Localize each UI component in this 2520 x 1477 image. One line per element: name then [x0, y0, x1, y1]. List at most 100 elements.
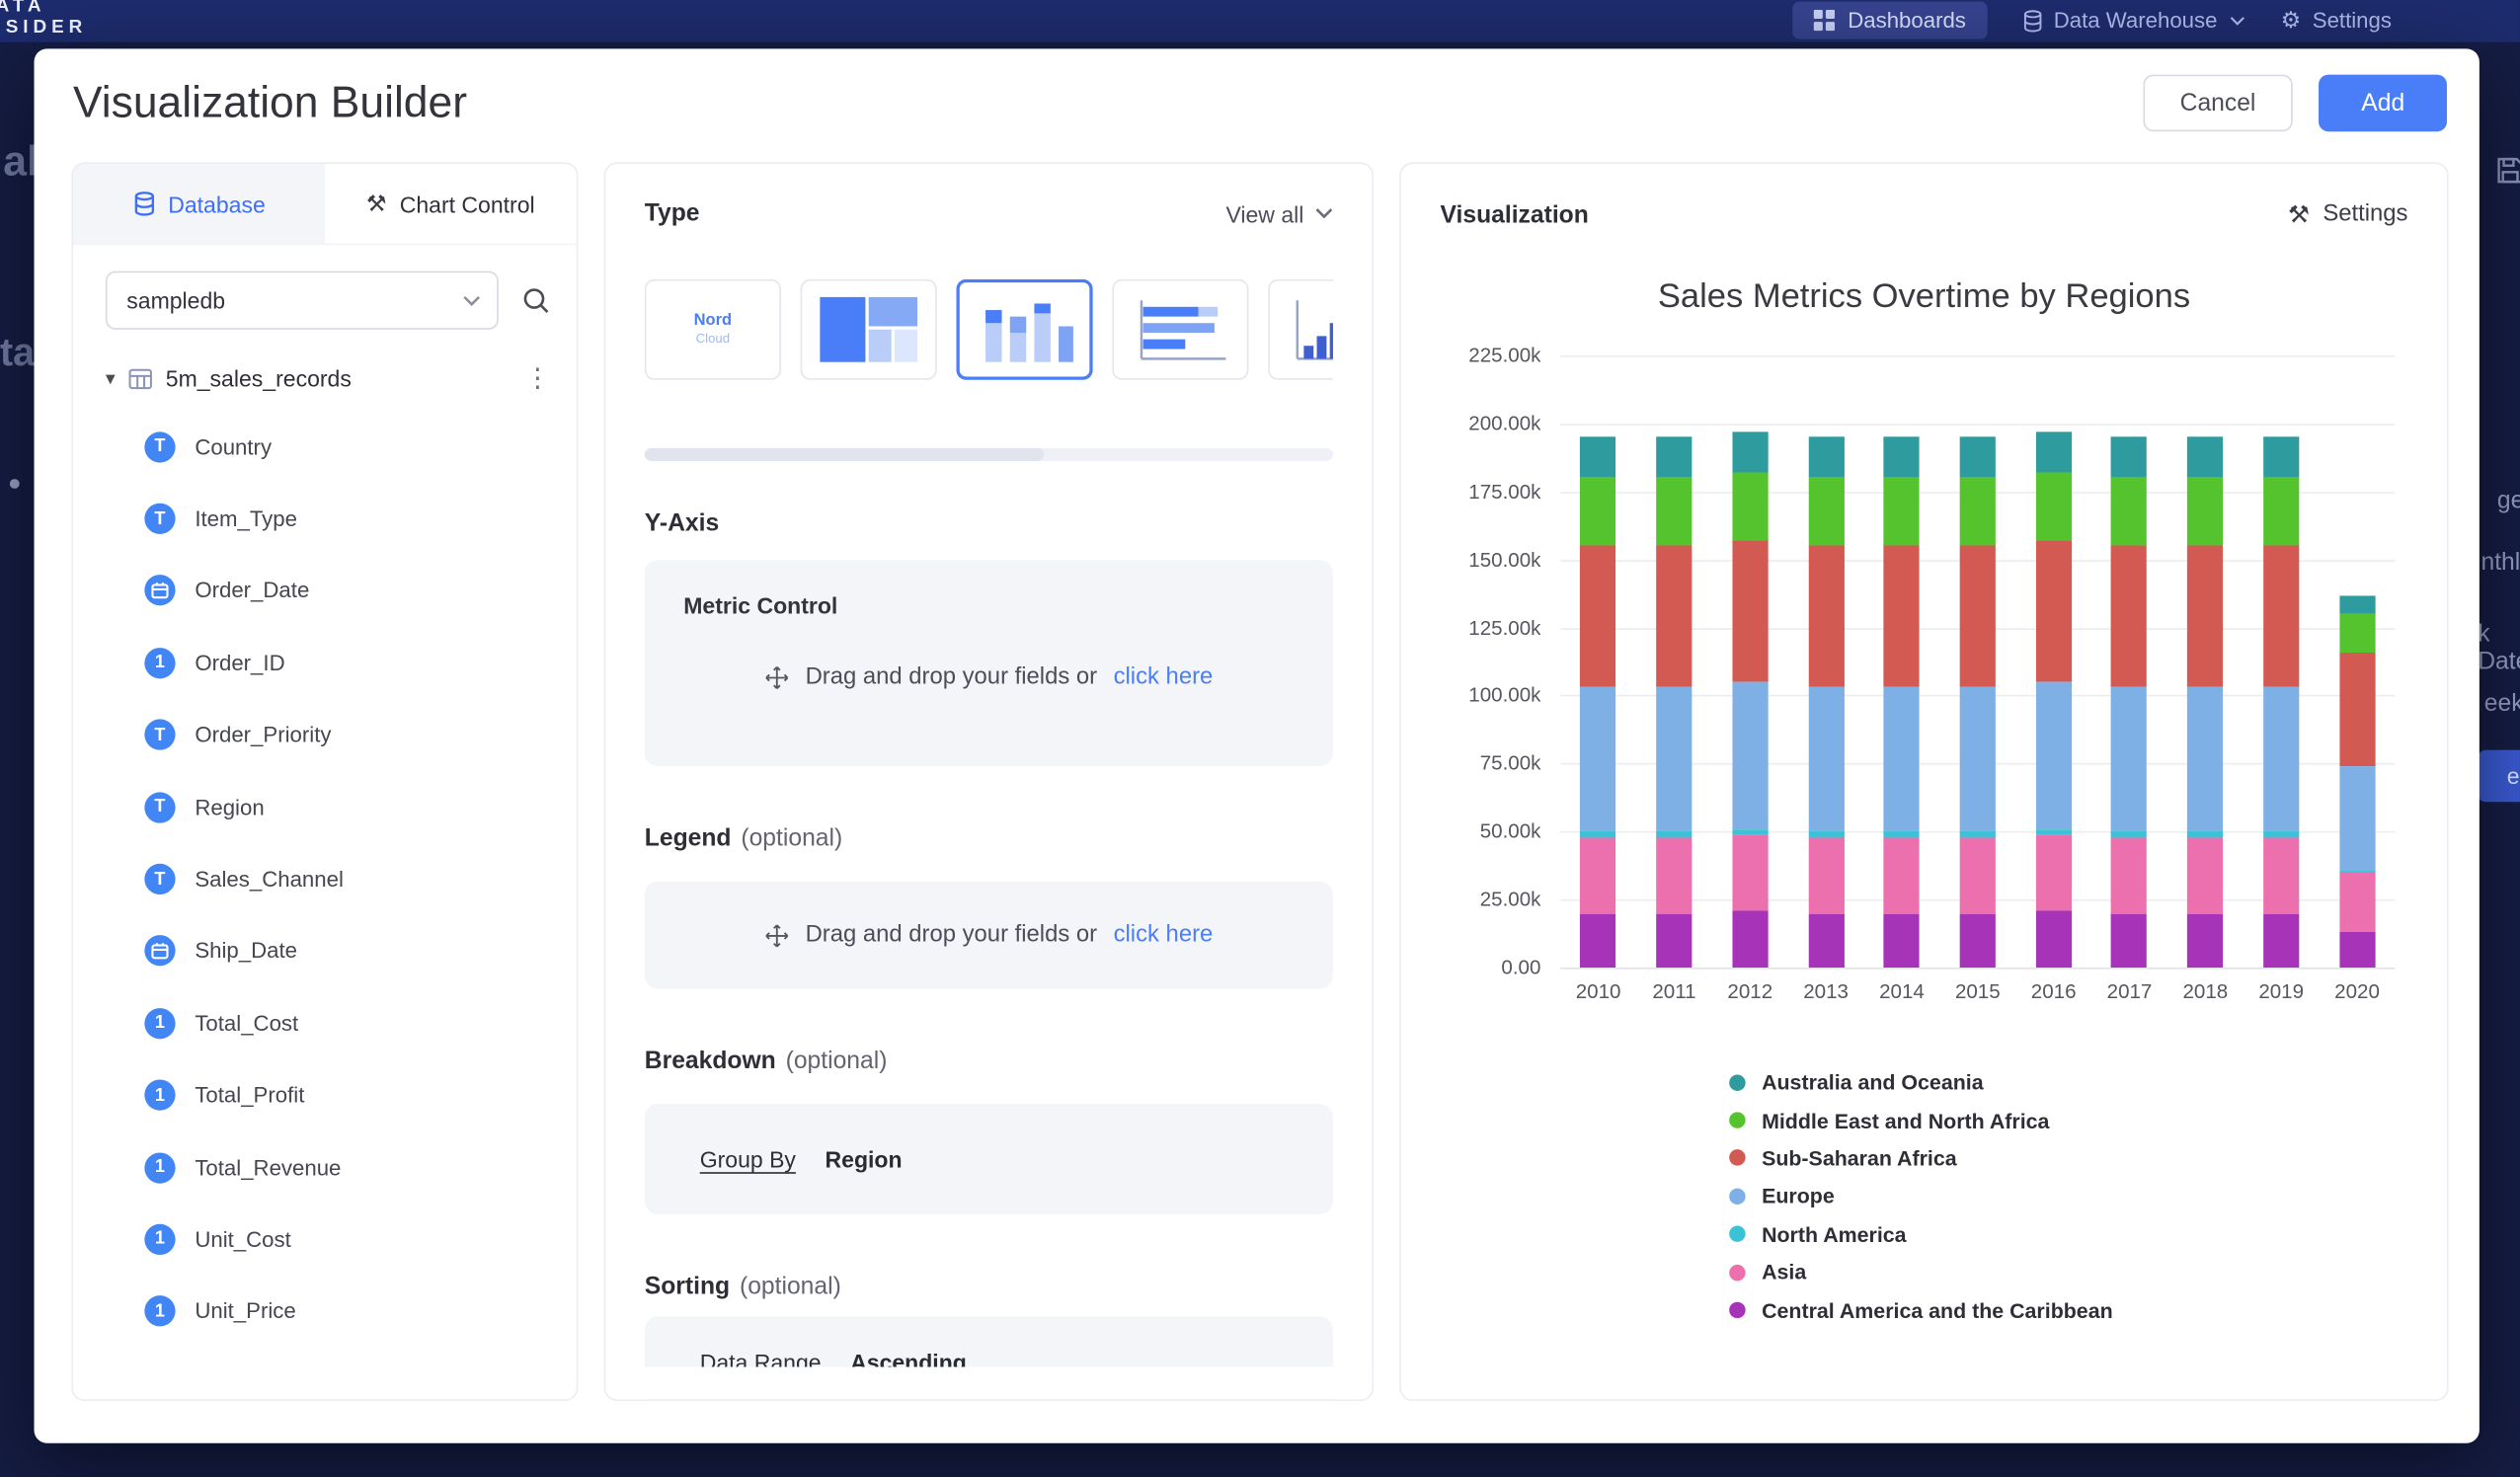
bar-2014: [1884, 437, 1920, 968]
sorting-field-link[interactable]: Data Range: [700, 1349, 822, 1401]
tab-database[interactable]: Database: [73, 164, 325, 244]
field-item-order_id[interactable]: 1Order_ID: [73, 627, 577, 699]
modal-header: Visualization Builder Cancel Add: [35, 48, 2480, 131]
bar-segment: [2187, 687, 2223, 831]
field-item-unit_cost[interactable]: 1Unit_Cost: [73, 1204, 577, 1276]
chevron-down-icon: [2229, 16, 2244, 26]
view-all-label: View all: [1225, 200, 1303, 226]
cancel-button[interactable]: Cancel: [2143, 75, 2293, 132]
legend-dropzone[interactable]: Drag and drop your fields or click here: [645, 882, 1333, 989]
database-select[interactable]: sampledb: [106, 272, 499, 330]
bar-2018: [2187, 437, 2223, 968]
text-field-icon: T: [144, 431, 175, 462]
bar-2015: [1960, 437, 1996, 968]
database-icon: [132, 192, 155, 216]
optional-label: (optional): [740, 1273, 841, 1300]
scrollbar-thumb[interactable]: [645, 448, 1044, 461]
bar-segment: [1884, 478, 1920, 546]
x-tick-label: 2012: [1712, 980, 1788, 1003]
bar-segment: [1656, 687, 1692, 831]
bar-2010: [1580, 437, 1615, 968]
fields-list: TCountryTItem_TypeOrder_Date1Order_IDTOr…: [73, 404, 577, 1347]
bar-segment: [2111, 687, 2147, 831]
field-label: Total_Cost: [195, 1011, 298, 1036]
bar-segment: [2187, 837, 2223, 913]
search-button[interactable]: [521, 285, 551, 315]
group-by-link[interactable]: Group By: [700, 1146, 796, 1172]
sorting-section-header: Sorting (optional): [645, 1273, 1333, 1300]
click-here-link[interactable]: click here: [1114, 922, 1214, 948]
y-tick-label: 150.00k: [1440, 548, 1540, 571]
legend-label: Legend: [645, 824, 732, 852]
legend-dot: [1729, 1074, 1745, 1090]
field-item-region[interactable]: TRegion: [73, 771, 577, 843]
field-item-total_revenue[interactable]: 1Total_Revenue: [73, 1131, 577, 1204]
bar-segment: [2111, 837, 2147, 913]
chart-type-option-column-chart[interactable]: [1268, 279, 1333, 380]
visualization-header: Visualization ⚒ Settings: [1440, 199, 2407, 229]
field-item-total_profit[interactable]: 1Total_Profit: [73, 1059, 577, 1131]
optional-label: (optional): [741, 824, 842, 852]
bar-segment: [1960, 478, 1996, 546]
field-item-order_priority[interactable]: TOrder_Priority: [73, 699, 577, 771]
bar-segment: [2111, 546, 2147, 687]
click-here-link[interactable]: click here: [1114, 664, 1214, 690]
field-item-item_type[interactable]: TItem_Type: [73, 483, 577, 555]
view-all-button[interactable]: View all: [1225, 200, 1333, 226]
field-item-ship_date[interactable]: Ship_Date: [73, 915, 577, 987]
number-field-icon: 1: [144, 1152, 175, 1183]
breakdown-label: Breakdown: [645, 1048, 776, 1075]
x-tick-label: 2019: [2244, 980, 2320, 1003]
bar-segment: [1808, 687, 1844, 831]
nav-dashboards[interactable]: Dashboards: [1792, 2, 1987, 39]
chart-type-option-stacked-bar[interactable]: [1112, 279, 1248, 380]
tab-chart-control[interactable]: ⚒ Chart Control: [325, 164, 577, 244]
date-field-icon: [144, 936, 175, 967]
bar-2017: [2111, 437, 2147, 968]
visualization-builder-modal: Visualization Builder Cancel Add Databas…: [35, 48, 2480, 1442]
legend-item: North America: [1729, 1215, 2407, 1253]
chart-type-option-treemap[interactable]: [801, 279, 937, 380]
legend-dot: [1729, 1150, 1745, 1166]
y-tick-label: 50.00k: [1440, 820, 1540, 843]
chart-type-option-word-cloud[interactable]: NordCloud: [645, 279, 781, 380]
breakdown-section-header: Breakdown (optional): [645, 1048, 1333, 1075]
brand-line-2: INSIDER: [0, 18, 87, 39]
bar-segment: [2339, 932, 2375, 968]
table-tree-row[interactable]: ▾ 5m_sales_records ⋮: [73, 346, 577, 404]
chart-settings-button[interactable]: ⚒ Settings: [2288, 199, 2407, 229]
x-axis-labels: 2010201120122013201420152016201720182019…: [1560, 980, 2395, 1003]
bar-segment: [2187, 546, 2223, 687]
metric-control-dropzone[interactable]: Metric Control Drag and drop your fields…: [645, 560, 1333, 766]
bar-segment: [2263, 478, 2299, 546]
add-button[interactable]: Add: [2320, 75, 2447, 132]
legend-item: Australia and Oceania: [1729, 1063, 2407, 1101]
nav-data-warehouse[interactable]: Data Warehouse: [2022, 8, 2244, 33]
legend-label: Central America and the Caribbean: [1762, 1298, 2113, 1323]
chart-type-option-stacked-column[interactable]: [956, 279, 1092, 380]
text-field-icon: T: [144, 504, 175, 534]
number-field-icon: 1: [144, 1296, 175, 1327]
bar-segment: [1580, 837, 1615, 913]
number-field-icon: 1: [144, 1008, 175, 1039]
chart-settings-label: Settings: [2323, 201, 2407, 227]
field-item-unit_price[interactable]: 1Unit_Price: [73, 1276, 577, 1348]
field-item-total_cost[interactable]: 1 Total_Cost: [73, 987, 577, 1059]
word-cloud-icon: NordCloud: [661, 294, 764, 365]
table-menu-button[interactable]: ⋮: [524, 362, 550, 395]
drop-hint-text: Drag and drop your fields or: [806, 664, 1098, 690]
sorting-dropzone[interactable]: Data Range Ascending: [645, 1317, 1333, 1402]
metric-control-label: Metric Control: [683, 592, 1294, 618]
background-button-fragment[interactable]: ear: [2478, 750, 2520, 803]
bar-2012: [1732, 431, 1768, 968]
type-scrollbar[interactable]: [645, 448, 1333, 461]
breakdown-dropzone[interactable]: Group By Region: [645, 1104, 1333, 1214]
treemap-icon: [817, 294, 920, 365]
field-item-order_date[interactable]: Order_Date: [73, 555, 577, 627]
field-item-country[interactable]: TCountry: [73, 411, 577, 483]
nav-settings[interactable]: ⚙ Settings: [2281, 7, 2392, 35]
field-item-sales_channel[interactable]: TSales_Channel: [73, 843, 577, 915]
bar-2011: [1656, 437, 1692, 968]
background-text-fragment: ge: [2497, 487, 2520, 514]
legend-item: Central America and the Caribbean: [1729, 1291, 2407, 1329]
